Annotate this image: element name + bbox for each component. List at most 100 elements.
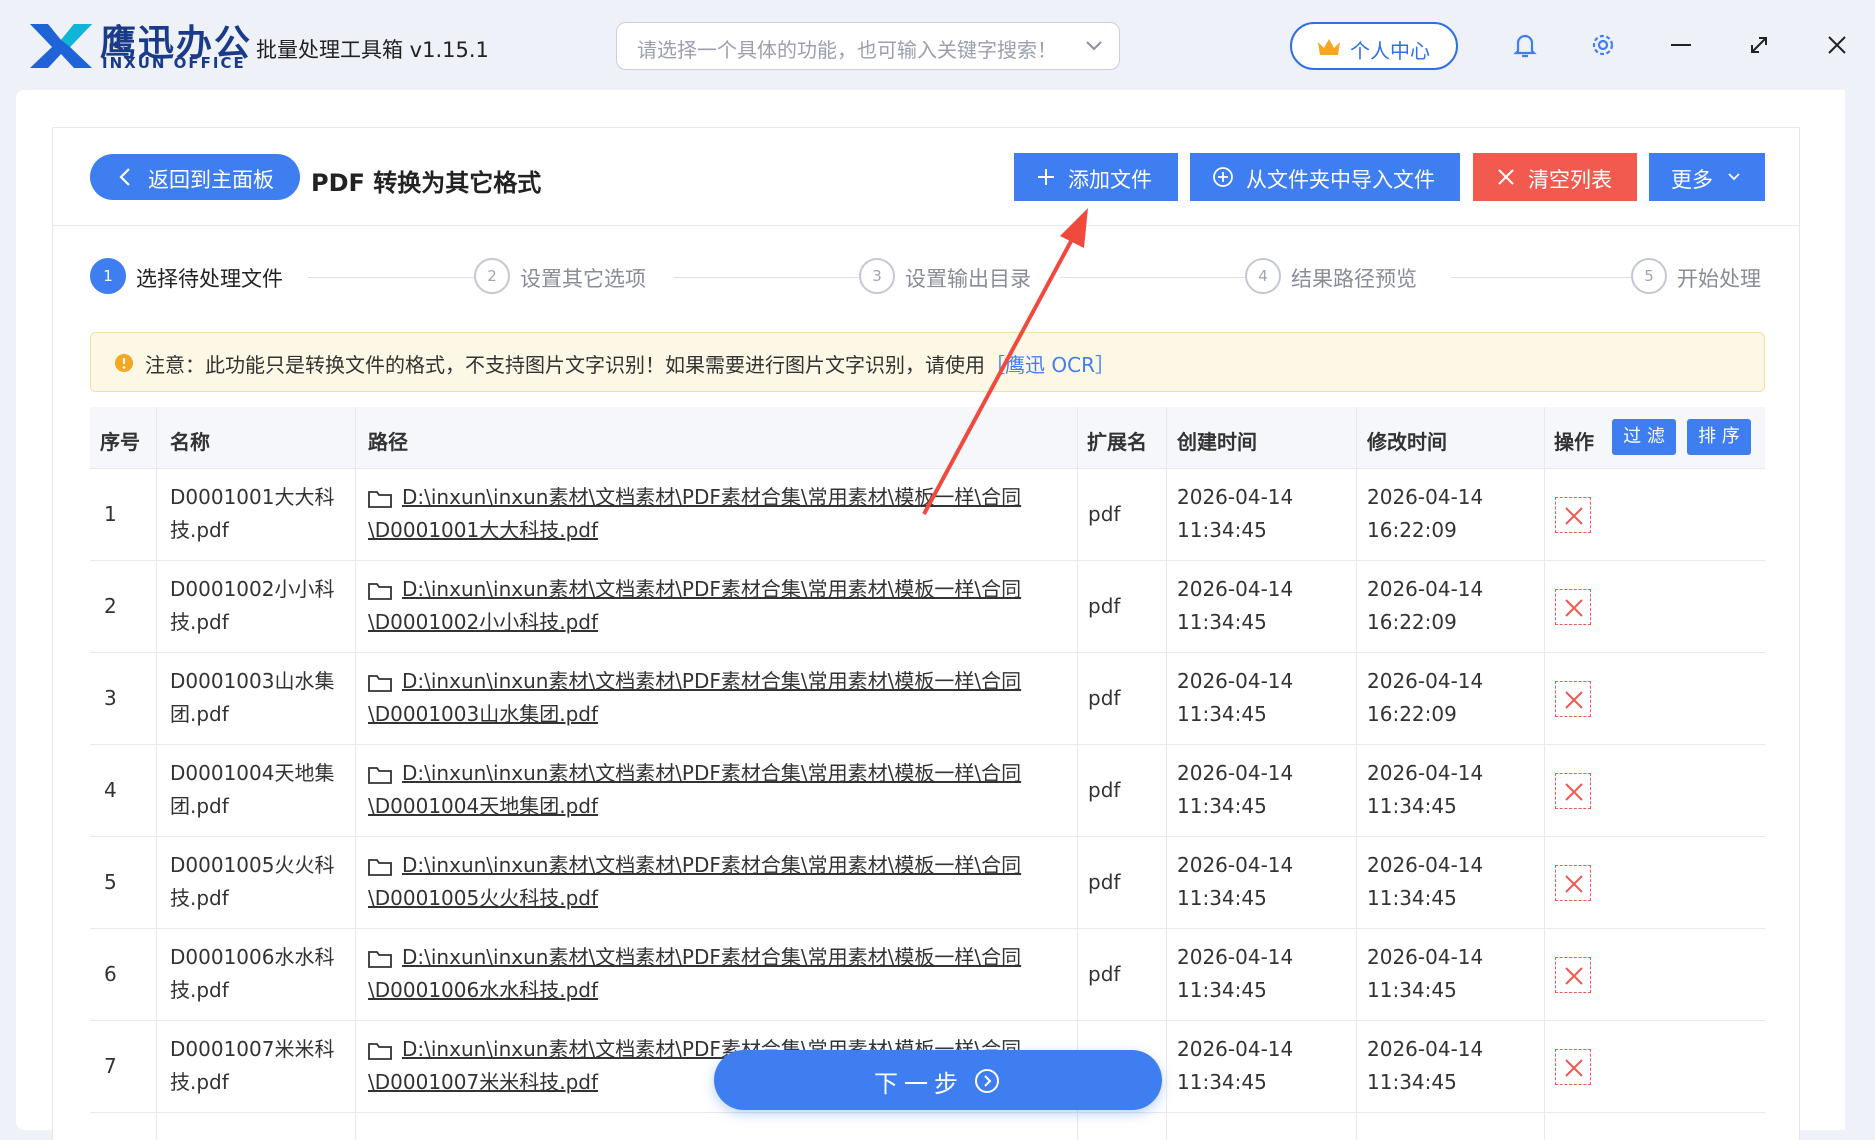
table-row[interactable]: 5 D0001005火火科技.pdf D:\inxun\inxun素材\文档素材… xyxy=(90,837,1765,929)
next-step-label: 下一步 xyxy=(874,1070,964,1098)
notice-banner: 注意：此功能只是转换文件的格式，不支持图片文字识别！如果需要进行图片文字识别，请… xyxy=(90,332,1765,392)
delete-icon xyxy=(1565,1059,1583,1077)
more-label: 更多 xyxy=(1671,168,1713,192)
folder-icon xyxy=(368,950,392,968)
folder-icon xyxy=(368,1042,392,1060)
row-path-text: D:\inxun\inxun素材\文档素材\PDF素材合集\常用素材\模板一样\… xyxy=(368,761,1022,818)
folder-icon xyxy=(368,582,392,600)
gear-icon[interactable] xyxy=(1586,28,1620,62)
delete-row-button[interactable] xyxy=(1555,1049,1591,1085)
ocr-link[interactable]: ［鹰迅 OCR］ xyxy=(985,353,1115,377)
maximize-icon[interactable] xyxy=(1742,28,1776,62)
row-path-link[interactable]: D:\inxun\inxun素材\文档素材\PDF素材合集\常用素材\模板一样\… xyxy=(368,849,1068,915)
delete-row-button[interactable] xyxy=(1555,681,1591,717)
col-ext: 扩展名 xyxy=(1087,430,1147,454)
step-connector xyxy=(673,277,873,278)
step-label: 结果路径预览 xyxy=(1291,267,1417,291)
file-table-header: 序号 名称 路径 扩展名 创建时间 修改时间 操作 过 滤 排 序 xyxy=(90,407,1765,469)
row-name: D0001007米米科技.pdf xyxy=(170,1037,335,1094)
row-ext: pdf xyxy=(1088,594,1121,618)
row-modified: 2026-04-14 11:34:45 xyxy=(1367,945,1484,1002)
add-file-label: 添加文件 xyxy=(1068,168,1152,192)
crown-icon xyxy=(1318,39,1340,55)
col-name: 名称 xyxy=(170,430,210,454)
app-logo-icon xyxy=(30,24,92,68)
step-number: 1 xyxy=(90,258,126,294)
table-row[interactable]: 1 D0001001大大科技.pdf D:\inxun\inxun素材\文档素材… xyxy=(90,469,1765,561)
col-path: 路径 xyxy=(368,430,408,454)
row-name: D0001006水水科技.pdf xyxy=(170,945,335,1002)
step-number: 4 xyxy=(1245,258,1281,294)
filter-button[interactable]: 过 滤 xyxy=(1612,419,1676,455)
delete-icon xyxy=(1565,783,1583,801)
function-search-input[interactable]: 请选择一个具体的功能，也可输入关键字搜索！ xyxy=(616,22,1120,70)
add-file-button[interactable]: 添加文件 xyxy=(1014,153,1178,201)
row-ext: pdf xyxy=(1088,686,1121,710)
row-ext: pdf xyxy=(1088,778,1121,802)
arrow-circle-right-icon xyxy=(975,1069,999,1093)
table-row[interactable]: 3 D0001003山水集团.pdf D:\inxun\inxun素材\文档素材… xyxy=(90,653,1765,745)
row-path-text: D:\inxun\inxun素材\文档素材\PDF素材合集\常用素材\模板一样\… xyxy=(368,853,1022,910)
row-path-text: D:\inxun\inxun素材\文档素材\PDF素材合集\常用素材\模板一样\… xyxy=(368,669,1022,726)
col-ops: 操作 xyxy=(1554,430,1594,454)
more-button[interactable]: 更多 xyxy=(1649,153,1765,201)
table-row[interactable]: 6 D0001006水水科技.pdf D:\inxun\inxun素材\文档素材… xyxy=(90,929,1765,1021)
notice-text: 注意：此功能只是转换文件的格式，不支持图片文字识别！如果需要进行图片文字识别，请… xyxy=(145,353,985,377)
import-folder-label: 从文件夹中导入文件 xyxy=(1246,168,1435,192)
delete-row-button[interactable] xyxy=(1555,865,1591,901)
delete-icon xyxy=(1565,967,1583,985)
delete-row-button[interactable] xyxy=(1555,497,1591,533)
x-icon xyxy=(1498,169,1514,185)
panel-header: 返回到主面板 PDF 转换为其它格式 添加文件 从文件夹中导入文件 清空列表 更… xyxy=(53,128,1799,226)
step-label: 设置其它选项 xyxy=(520,267,646,291)
next-step-button[interactable]: 下一步 xyxy=(714,1050,1162,1110)
folder-icon xyxy=(368,674,392,692)
step-label: 开始处理 xyxy=(1677,267,1761,291)
folder-icon xyxy=(368,858,392,876)
col-modified: 修改时间 xyxy=(1367,430,1447,454)
row-name: D0001005火火科技.pdf xyxy=(170,853,335,910)
row-modified: 2026-04-14 11:34:45 xyxy=(1367,853,1484,910)
title-bar: 鹰迅办公 INXUN OFFICE 批量处理工具箱 v1.15.1 请选择一个具… xyxy=(0,0,1875,90)
row-created: 2026-04-14 11:34:45 xyxy=(1177,485,1294,542)
step-label: 设置输出目录 xyxy=(905,267,1031,291)
delete-icon xyxy=(1565,599,1583,617)
bell-icon[interactable] xyxy=(1508,28,1542,62)
row-created: 2026-04-14 11:34:45 xyxy=(1177,853,1294,910)
row-modified: 2026-04-14 11:34:45 xyxy=(1367,761,1484,818)
row-modified: 2026-04-14 16:22:09 xyxy=(1367,485,1484,542)
close-icon[interactable] xyxy=(1820,28,1854,62)
delete-row-button[interactable] xyxy=(1555,589,1591,625)
import-folder-button[interactable]: 从文件夹中导入文件 xyxy=(1190,153,1460,201)
table-row[interactable]: 2 D0001002小小科技.pdf D:\inxun\inxun素材\文档素材… xyxy=(90,561,1765,653)
chevron-down-icon xyxy=(1728,173,1740,181)
row-created: 2026-04-14 11:34:45 xyxy=(1177,577,1294,634)
row-name: D0001003山水集团.pdf xyxy=(170,669,335,726)
delete-row-button[interactable] xyxy=(1555,957,1591,993)
warning-icon xyxy=(115,354,133,372)
row-index: 5 xyxy=(104,870,117,894)
row-path-link[interactable]: D:\inxun\inxun素材\文档素材\PDF素材合集\常用素材\模板一样\… xyxy=(368,757,1068,823)
table-row[interactable]: 4 D0001004天地集团.pdf D:\inxun\inxun素材\文档素材… xyxy=(90,745,1765,837)
row-created: 2026-04-14 11:34:45 xyxy=(1177,669,1294,726)
scrollbar[interactable] xyxy=(1845,90,1875,1130)
back-to-home-button[interactable]: 返回到主面板 xyxy=(90,154,300,200)
row-modified: 2026-04-14 16:22:09 xyxy=(1367,669,1484,726)
row-path-link[interactable]: D:\inxun\inxun素材\文档素材\PDF素材合集\常用素材\模板一样\… xyxy=(368,941,1068,1007)
row-index: 1 xyxy=(104,502,117,526)
sort-button[interactable]: 排 序 xyxy=(1687,419,1751,455)
search-placeholder: 请选择一个具体的功能，也可输入关键字搜索！ xyxy=(637,38,1057,62)
row-ext: pdf xyxy=(1088,870,1121,894)
row-modified: 2026-04-14 16:22:09 xyxy=(1367,577,1484,634)
delete-row-button[interactable] xyxy=(1555,773,1591,809)
row-index: 6 xyxy=(104,962,117,986)
chevron-left-icon xyxy=(119,168,130,186)
clear-list-button[interactable]: 清空列表 xyxy=(1473,153,1637,201)
row-path-link[interactable]: D:\inxun\inxun素材\文档素材\PDF素材合集\常用素材\模板一样\… xyxy=(368,665,1068,731)
row-path-link[interactable]: D:\inxun\inxun素材\文档素材\PDF素材合集\常用素材\模板一样\… xyxy=(368,481,1068,547)
chevron-down-icon xyxy=(1086,41,1102,51)
user-center-button[interactable]: 个人中心 xyxy=(1290,22,1458,70)
row-path-link[interactable]: D:\inxun\inxun素材\文档素材\PDF素材合集\常用素材\模板一样\… xyxy=(368,573,1068,639)
row-path-text: D:\inxun\inxun素材\文档素材\PDF素材合集\常用素材\模板一样\… xyxy=(368,945,1022,1002)
minimize-icon[interactable] xyxy=(1664,28,1698,62)
